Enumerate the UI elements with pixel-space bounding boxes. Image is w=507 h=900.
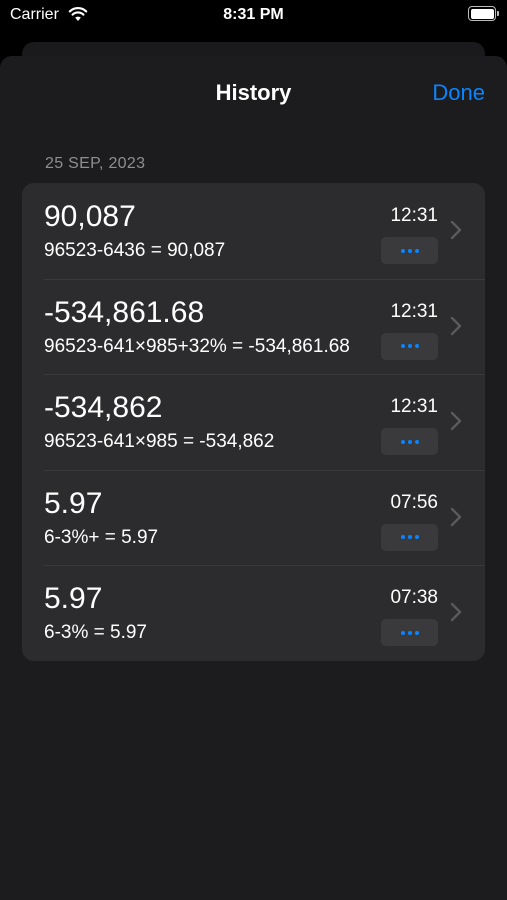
history-result: -534,862 <box>44 391 163 425</box>
more-button[interactable] <box>381 332 438 360</box>
more-horizontal-icon <box>400 344 405 349</box>
more-horizontal-icon <box>400 535 405 540</box>
more-horizontal-icon <box>400 248 405 253</box>
chevron-right-icon <box>450 603 462 622</box>
page-title: History <box>215 80 292 105</box>
history-row[interactable]: -534,862 96523-641×985 = -534,862 12:31 <box>22 374 485 470</box>
more-button[interactable] <box>381 523 438 551</box>
history-expression: 96523-641×985 = -534,862 <box>44 431 275 453</box>
more-horizontal-icon <box>400 630 405 635</box>
chevron-right-icon <box>450 411 462 431</box>
status-bar: Carrier 8:31 PM <box>0 0 507 32</box>
history-row[interactable]: 5.97 6-3% = 5.97 07:38 <box>22 565 485 661</box>
history-expression: 6-3% = 5.97 <box>44 622 147 644</box>
history-time: 07:56 <box>390 491 438 513</box>
more-horizontal-icon <box>400 439 405 444</box>
history-result: 90,087 <box>44 200 136 233</box>
section-date-header: 25 SEP, 2023 <box>45 155 146 172</box>
history-result: 5.97 <box>44 582 103 616</box>
chevron-right-icon <box>450 507 462 526</box>
done-button[interactable]: Done <box>432 80 485 106</box>
history-row[interactable]: -534,861.68 96523-641×985+32% = -534,861… <box>22 278 485 375</box>
history-row[interactable]: 90,087 96523-6436 = 90,087 12:31 <box>22 183 485 279</box>
history-time: 12:31 <box>390 396 438 418</box>
history-expression: 96523-641×985+32% = -534,861.68 <box>44 335 350 357</box>
more-button[interactable] <box>381 237 438 264</box>
status-time: 8:31 PM <box>223 6 284 23</box>
history-result: -534,861.68 <box>44 295 205 329</box>
history-expression: 96523-6436 = 90,087 <box>44 240 226 261</box>
battery-icon <box>468 6 499 21</box>
history-row[interactable]: 5.97 6-3%+ = 5.97 07:56 <box>22 469 485 566</box>
history-time: 07:38 <box>390 587 438 609</box>
chevron-right-icon <box>450 316 462 335</box>
more-button[interactable] <box>381 428 438 456</box>
history-time: 12:31 <box>390 205 438 226</box>
history-expression: 6-3%+ = 5.97 <box>44 526 159 548</box>
more-button[interactable] <box>381 619 438 647</box>
history-time: 12:31 <box>390 300 438 322</box>
history-list: 90,087 96523-6436 = 90,087 12:31 -534,86… <box>22 183 485 661</box>
chevron-right-icon <box>450 220 462 240</box>
history-result: 5.97 <box>44 486 103 520</box>
